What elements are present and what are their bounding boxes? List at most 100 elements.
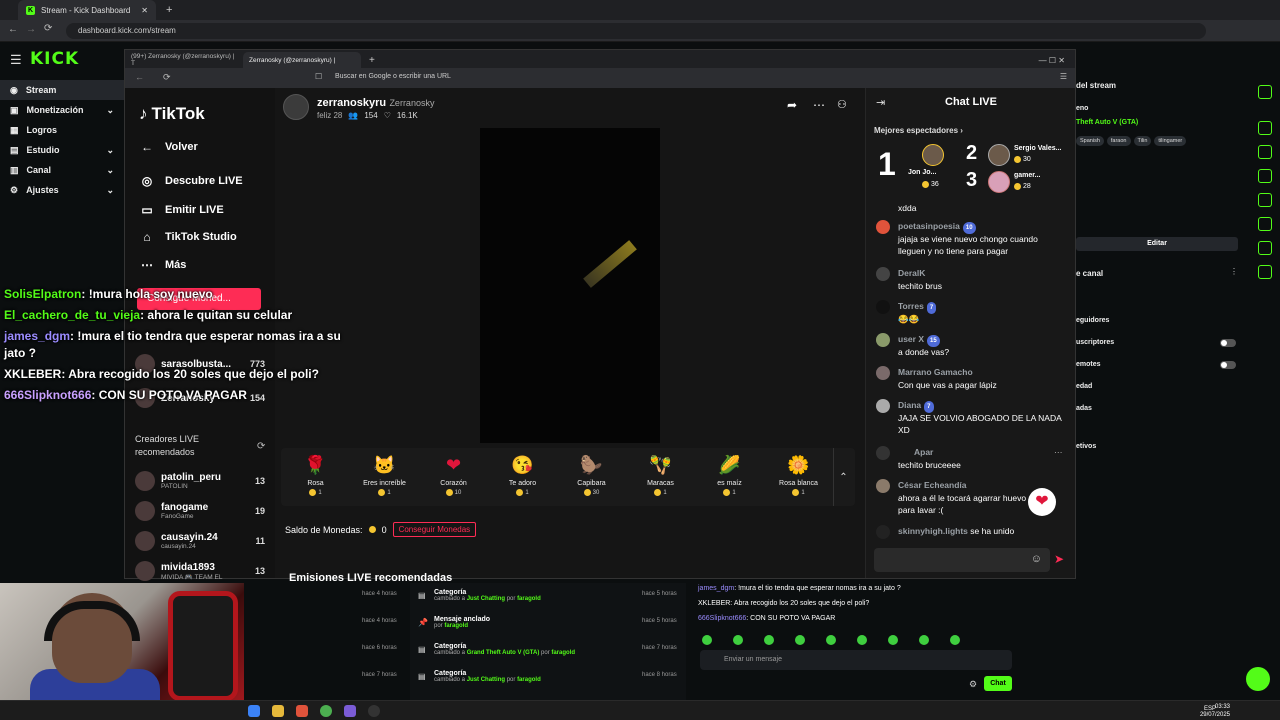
folder-icon[interactable] <box>272 705 284 717</box>
support-icon[interactable] <box>1246 667 1270 691</box>
avatar[interactable] <box>988 171 1010 193</box>
channel-row-age[interactable]: edad <box>1076 383 1092 390</box>
nav-tiktok-studio[interactable]: ⌂ TikTok Studio <box>139 230 236 244</box>
bookmark-icon[interactable]: ☐ <box>315 72 322 81</box>
creator-item[interactable]: causayin.24 causayin.24 11 <box>135 528 265 554</box>
emotes-toggle[interactable] <box>1220 361 1236 369</box>
sidebar-item-logros[interactable]: ▦ Logros <box>0 120 124 140</box>
gift-capibara[interactable]: 🦫 Capibara 30 <box>557 448 626 506</box>
creator-item[interactable]: mivida1893 MIVIDA 🎮 TEAM EL 13 <box>135 558 265 584</box>
emote-icon[interactable] <box>733 635 743 645</box>
obs-icon[interactable] <box>368 705 380 717</box>
emote-icon[interactable] <box>826 635 836 645</box>
window-controls[interactable]: — ☐ ✕ <box>1039 56 1065 65</box>
nav-go-live[interactable]: ▭ Emitir LIVE <box>139 203 223 217</box>
clock[interactable]: 03:33 29/07/2025 <box>1200 703 1230 719</box>
edit-stream-button[interactable]: Editar <box>1076 237 1238 251</box>
sidebar-item-estudio[interactable]: ▤ Estudio ⌄ <box>0 140 124 160</box>
brave-icon[interactable] <box>296 705 308 717</box>
reload-icon[interactable]: ⟳ <box>163 72 171 83</box>
refresh-icon[interactable]: ⟳ <box>257 441 265 452</box>
new-tab-icon[interactable]: + <box>166 4 172 16</box>
emote-icon[interactable] <box>888 635 898 645</box>
outer-url-input[interactable]: dashboard.kick.com/stream <box>66 23 1206 39</box>
back-icon[interactable]: ← <box>8 24 18 35</box>
sidebar-item-monetizacion[interactable]: ▣ Monetización ⌄ <box>0 100 124 120</box>
close-icon[interactable]: ✕ <box>141 6 148 15</box>
menu-icon[interactable]: ☰ <box>1060 72 1067 81</box>
target-icon[interactable] <box>1258 121 1272 135</box>
more-icon[interactable]: ⋯ <box>1054 446 1063 458</box>
kick-message-input[interactable]: Enviar un mensaje <box>700 650 1012 670</box>
live-video[interactable] <box>480 128 660 443</box>
emote-icon[interactable] <box>702 635 712 645</box>
gift-eres-increible[interactable]: 🐱 Eres increíble 1 <box>350 448 419 506</box>
top-viewers-link[interactable]: Mejores espectadores › <box>874 126 963 135</box>
rose-icon: 🌹 <box>304 455 327 475</box>
subscribers-toggle[interactable] <box>1220 339 1236 347</box>
channel-row-raids[interactable]: adas <box>1076 405 1092 412</box>
chat-icon[interactable] <box>1258 193 1272 207</box>
channel-row-goals[interactable]: etivos <box>1076 443 1096 450</box>
bolt-icon[interactable] <box>1258 145 1272 159</box>
layout-icon[interactable] <box>1258 241 1272 255</box>
creator-item[interactable]: fanogame FanoGame 19 <box>135 498 265 524</box>
user-icon[interactable]: ⚇ <box>837 98 847 111</box>
gift-es-maiz[interactable]: 🌽 es maíz 1 <box>695 448 764 506</box>
like-heart-icon[interactable]: ❤ <box>1028 488 1056 516</box>
avatar[interactable] <box>922 144 944 166</box>
gift-te-adoro[interactable]: 😘 Te adoro 1 <box>488 448 557 506</box>
sidebar-item-ajustes[interactable]: ⚙ Ajustes ⌄ <box>0 180 124 200</box>
sidebar-item-canal[interactable]: ▥ Canal ⌄ <box>0 160 124 180</box>
emote-icon[interactable] <box>950 635 960 645</box>
inner-tab-2[interactable]: Zerranosky (@zerranoskyru) | <box>243 52 361 68</box>
more-icon[interactable]: ⋯ <box>813 98 825 112</box>
share-icon[interactable]: ➦ <box>787 98 797 112</box>
inner-tab-1[interactable]: (99+) Zerranosky (@zerranoskyru) | T <box>125 52 243 68</box>
streamer-handle[interactable]: zerranoskyru <box>317 97 386 109</box>
channel-row-emotes[interactable]: emotes <box>1076 361 1101 368</box>
emote-icon[interactable] <box>857 635 867 645</box>
emoji-icon[interactable]: ☺ <box>1031 553 1042 565</box>
chat-input[interactable]: ☺ <box>874 548 1050 572</box>
kick-logo[interactable]: KICK <box>30 49 79 69</box>
pencil-icon[interactable] <box>1258 85 1272 99</box>
app-icon[interactable] <box>248 705 260 717</box>
channel-row-followers[interactable]: eguidores <box>1076 317 1109 324</box>
menu-icon[interactable]: ☰ <box>10 52 22 68</box>
sidebar-item-stream[interactable]: ◉ Stream <box>0 80 124 100</box>
outer-tab-kick[interactable]: K Stream - Kick Dashboard ✕ <box>18 0 156 20</box>
nav-more[interactable]: ⋯ Más <box>139 258 186 272</box>
chat-send-button[interactable]: Chat <box>984 676 1012 691</box>
emote-icon[interactable] <box>764 635 774 645</box>
reload-icon[interactable]: ⟳ <box>44 23 52 34</box>
get-coins-button[interactable]: Conseguir Monedas <box>392 522 477 537</box>
gift-rosa[interactable]: 🌹 Rosa 1 <box>281 448 350 506</box>
channel-row-subscribers[interactable]: uscriptores <box>1076 339 1114 346</box>
stream-category[interactable]: Theft Auto V (GTA) <box>1076 119 1138 126</box>
back-button[interactable]: ← Volver <box>139 140 198 154</box>
emote-icon[interactable] <box>919 635 929 645</box>
emote-icon[interactable] <box>795 635 805 645</box>
send-icon[interactable]: ➤ <box>1054 552 1064 566</box>
app-icon[interactable] <box>344 705 356 717</box>
avatar[interactable] <box>988 144 1010 166</box>
wrench-icon[interactable] <box>1258 265 1272 279</box>
gear-icon[interactable]: ⚙ <box>969 679 977 690</box>
streamer-avatar[interactable] <box>283 94 309 120</box>
gift-rosa-blanca[interactable]: 🌼 Rosa blanca 1 <box>764 448 833 506</box>
tiktok-logo[interactable]: ♪ TikTok <box>139 104 205 124</box>
back-icon[interactable]: ← <box>135 72 144 82</box>
more-icon[interactable]: ⋮ <box>1230 267 1238 276</box>
inner-url-input[interactable]: Buscar en Google o escribir una URL <box>335 73 451 80</box>
nav-discover-live[interactable]: ◎ Descubre LIVE <box>139 174 243 188</box>
creator-item[interactable]: patolin_peru PATOLIN 13 <box>135 468 265 494</box>
gift-corazon[interactable]: ❤ Corazón 10 <box>419 448 488 506</box>
code-icon[interactable] <box>1258 217 1272 231</box>
forward-icon[interactable]: → <box>26 24 36 35</box>
card-icon[interactable] <box>1258 169 1272 183</box>
chevron-up-icon[interactable]: ⌃ <box>833 448 853 506</box>
chrome-icon[interactable] <box>320 705 332 717</box>
gift-maracas[interactable]: 🪇 Maracas 1 <box>626 448 695 506</box>
new-tab-icon[interactable]: + <box>369 55 375 66</box>
